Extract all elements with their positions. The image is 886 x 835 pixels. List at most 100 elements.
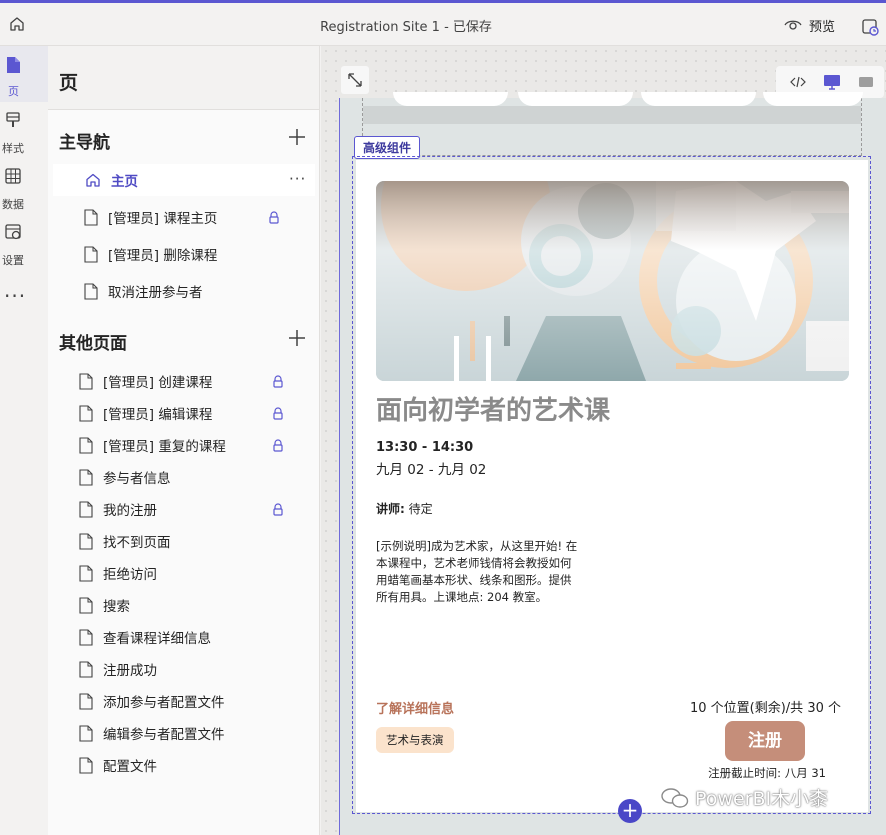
add-other-page-icon[interactable]	[288, 329, 306, 347]
page-icon	[79, 564, 93, 582]
preview-label: 预览	[809, 19, 836, 35]
home-icon	[86, 173, 100, 187]
page-icon	[79, 500, 93, 518]
rail-label-styles: 样式	[2, 142, 24, 155]
rail-more-button[interactable]: ···	[4, 284, 26, 308]
page-item-not-found[interactable]: 找不到页面	[79, 525, 171, 557]
nav-item-label: [管理员] 删除课程	[108, 248, 218, 264]
brush-icon	[6, 112, 20, 127]
page-icon	[84, 282, 98, 300]
code-icon[interactable]	[788, 72, 808, 92]
course-description: [示例说明]成为艺术家，从这里开始! 在本课程中，艺术老师钱倩将会教授如何用蜡笔…	[376, 539, 578, 604]
page-icon	[79, 628, 93, 646]
page-item-label: 找不到页面	[103, 535, 171, 551]
instructor-label: 讲师:	[376, 502, 405, 516]
settings-icon	[5, 224, 21, 240]
page-item-profile[interactable]: 配置文件	[79, 749, 157, 781]
course-card: 面向初学者的艺术课 13:30 - 14:30 九月 02 - 九月 02 讲师…	[356, 160, 868, 812]
page-item-label: 查看课程详细信息	[103, 631, 211, 647]
previous-section-card	[641, 92, 756, 106]
advanced-component[interactable]: 面向初学者的艺术课 13:30 - 14:30 九月 02 - 九月 02 讲师…	[352, 156, 871, 814]
other-pages-title: 其他页面	[59, 334, 127, 354]
page-item-label: [管理员] 创建课程	[103, 375, 213, 391]
page-icon	[79, 372, 93, 390]
page-icon	[79, 660, 93, 678]
page-icon	[79, 596, 93, 614]
page-item-registration-success[interactable]: 注册成功	[79, 653, 157, 685]
registration-deadline: 注册截止时间: 八月 31	[708, 766, 826, 780]
add-main-nav-page-icon[interactable]	[288, 128, 306, 146]
page-item-search[interactable]: 搜索	[79, 589, 130, 621]
preview-button[interactable]: 预览	[783, 15, 835, 35]
course-instructor: 讲师: 待定	[376, 500, 433, 517]
nav-item-label: 主页	[111, 174, 138, 190]
page-icon	[79, 532, 93, 550]
page-item-edit-attendee-profile[interactable]: 编辑参与者配置文件	[79, 717, 225, 749]
page-item-access-denied[interactable]: 拒绝访问	[79, 557, 157, 589]
register-button[interactable]: 注册	[725, 721, 805, 761]
eye-icon	[784, 20, 802, 30]
page-item-attendee-info[interactable]: 参与者信息	[79, 461, 171, 493]
page-item-label: [管理员] 编辑课程	[103, 407, 213, 423]
watermark: PowerBI木小桼	[661, 784, 828, 811]
course-date: 九月 02 - 九月 02	[376, 462, 487, 478]
rail-item-data[interactable]: 数据	[0, 162, 48, 211]
page-item-label: 编辑参与者配置文件	[103, 727, 225, 743]
course-time: 13:30 - 14:30	[376, 440, 474, 455]
page-item-label: 注册成功	[103, 663, 157, 679]
nav-item-unregister-attendee[interactable]: 取消注册参与者	[84, 275, 203, 307]
expand-icon	[348, 73, 362, 87]
desktop-view-icon[interactable]	[822, 72, 842, 92]
pages-panel-header: 页	[48, 46, 319, 110]
page-item-label: 添加参与者配置文件	[103, 695, 225, 711]
seats-remaining: 10 个位置(剩余)/共 30 个	[689, 701, 841, 716]
rail-label-data: 数据	[2, 198, 24, 211]
wechat-icon	[661, 787, 689, 808]
page-icon	[79, 404, 93, 422]
page-icon	[79, 436, 93, 454]
rail-item-pages[interactable]: 页	[0, 46, 48, 102]
nav-item-home[interactable]: 主页 ···	[53, 164, 315, 196]
page-item-label: 拒绝访问	[103, 567, 157, 583]
page-icon	[79, 756, 93, 774]
rail-label-pages: 页	[8, 85, 19, 98]
page-item-admin-duplicate-course[interactable]: [管理员] 重复的课程	[79, 429, 226, 461]
design-canvas: 高级组件 面向初学者的艺术课 13:30 - 14:30 九月 02 - 九月 …	[321, 46, 886, 835]
expand-canvas-button[interactable]	[341, 66, 369, 94]
page-item-course-details[interactable]: 查看课程详细信息	[79, 621, 211, 653]
page-item-admin-create-course[interactable]: [管理员] 创建课程	[79, 365, 212, 397]
page-icon	[79, 692, 93, 710]
table-icon	[5, 168, 21, 184]
tablet-view-icon[interactable]	[856, 72, 876, 92]
nav-item-label: 取消注册参与者	[108, 285, 203, 301]
lock-icon	[269, 211, 279, 224]
page-item-add-attendee-profile[interactable]: 添加参与者配置文件	[79, 685, 225, 717]
page-icon	[84, 208, 98, 226]
page-item-my-registrations[interactable]: 我的注册	[79, 493, 157, 525]
nav-item-admin-course-home[interactable]: [管理员] 课程主页	[84, 201, 217, 233]
rail-label-settings: 设置	[2, 254, 24, 267]
category-chip: 艺术与表演	[376, 727, 454, 753]
add-section-button[interactable]: +	[618, 799, 642, 823]
lock-icon	[273, 439, 283, 452]
page-icon	[79, 468, 93, 486]
previous-section-card	[763, 92, 863, 106]
page-icon	[7, 57, 20, 73]
previous-section-card	[518, 92, 633, 106]
main-nav-title: 主导航	[59, 133, 110, 153]
page-item-label: 我的注册	[103, 503, 157, 519]
rail-item-settings[interactable]: 设置	[0, 218, 48, 267]
nav-item-admin-delete-course[interactable]: [管理员] 删除课程	[84, 238, 217, 270]
instructor-value: 待定	[408, 502, 433, 516]
page-item-label: 参与者信息	[103, 471, 171, 487]
save-status-icon[interactable]	[860, 17, 880, 37]
learn-more-link[interactable]: 了解详细信息	[376, 698, 454, 717]
previous-section[interactable]	[362, 92, 863, 156]
page-item-label: 配置文件	[103, 759, 157, 775]
page-item-label: 搜索	[103, 599, 130, 615]
rail-item-styles[interactable]: 样式	[0, 106, 48, 155]
page-more-options-button[interactable]: ···	[289, 170, 306, 188]
top-bar: Registration Site 1 - 已保存 预览	[0, 0, 886, 46]
pages-panel: 页 主导航 主页 ··· [管理员] 课程主页 [管理员] 删除课程 取消注册参…	[48, 46, 320, 835]
page-item-admin-edit-course[interactable]: [管理员] 编辑课程	[79, 397, 212, 429]
